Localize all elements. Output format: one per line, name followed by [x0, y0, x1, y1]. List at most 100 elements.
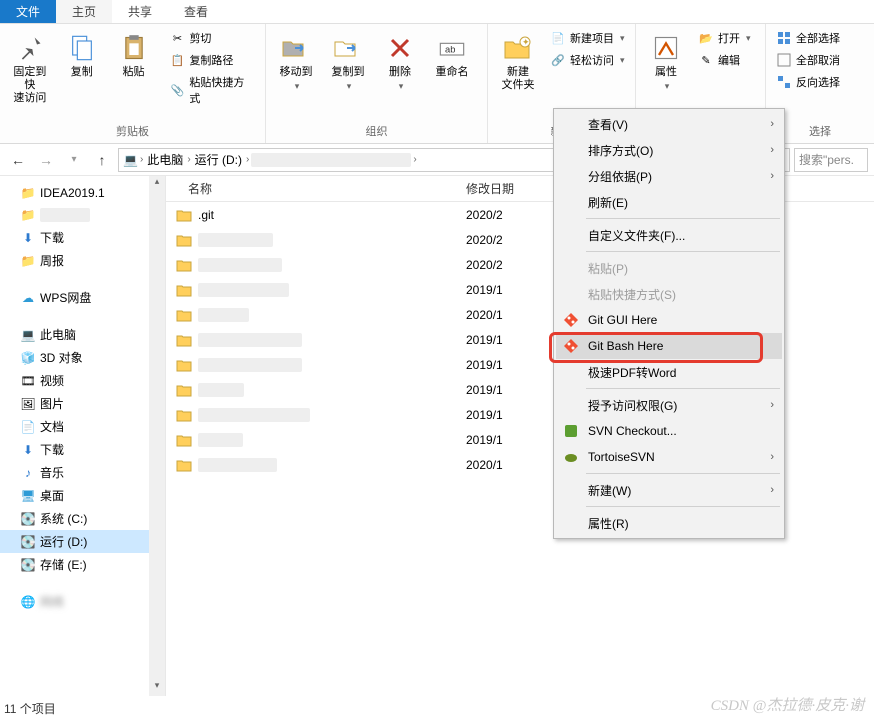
ctx-customize[interactable]: 自定义文件夹(F)...: [556, 222, 782, 248]
new-folder-button[interactable]: ✦ 新建 文件夹: [494, 28, 542, 96]
chevron-down-icon: ▾: [399, 81, 404, 92]
file-date: 2020/1: [466, 308, 540, 322]
rename-button[interactable]: ab 重命名: [428, 28, 476, 83]
new-item-button[interactable]: 📄 新建项目▾: [546, 28, 629, 48]
sidebar-item-desktop[interactable]: 🖥桌面: [0, 484, 165, 507]
copy-to-icon: [332, 32, 364, 64]
ctx-new[interactable]: 新建(W)›: [556, 477, 782, 503]
paste-button[interactable]: 粘贴: [110, 28, 158, 83]
sidebar-item-music[interactable]: ♪音乐: [0, 461, 165, 484]
search-input[interactable]: 搜索"pers.: [794, 148, 868, 172]
sidebar-item-downloads[interactable]: ⬇下载: [0, 226, 165, 249]
sidebar-item-videos[interactable]: 🎞视频: [0, 369, 165, 392]
ctx-separator: [586, 218, 780, 219]
cloud-icon: ☁: [20, 290, 36, 306]
open-button[interactable]: 📂 打开▾: [694, 28, 755, 48]
tab-home[interactable]: 主页: [56, 0, 112, 23]
file-name: [198, 458, 277, 472]
sidebar-item-weekly[interactable]: 📁周报: [0, 249, 165, 272]
file-name: [198, 233, 273, 247]
tab-file[interactable]: 文件: [0, 0, 56, 23]
ctx-separator: [586, 473, 780, 474]
select-all-button[interactable]: 全部选择: [772, 28, 844, 48]
folder-icon: [176, 383, 192, 397]
ctx-group[interactable]: 分组依据(P)›: [556, 163, 782, 189]
tab-view[interactable]: 查看: [168, 0, 224, 23]
ctx-refresh[interactable]: 刷新(E): [556, 189, 782, 215]
ctx-paste: 粘贴(P): [556, 255, 782, 281]
sidebar-item-pictures[interactable]: 🖼图片: [0, 392, 165, 415]
easy-access-icon: 🔗: [550, 52, 566, 68]
copy-path-button[interactable]: 📋 复制路径: [165, 50, 259, 70]
move-to-button[interactable]: 移动到 ▾: [272, 28, 320, 96]
nav-forward-button[interactable]: →: [34, 148, 58, 172]
nav-back-button[interactable]: ←: [6, 148, 30, 172]
pin-label: 固定到快 速访问: [8, 66, 52, 105]
ctx-sort[interactable]: 排序方式(O)›: [556, 137, 782, 163]
chevron-right-icon: ›: [770, 170, 774, 182]
delete-button[interactable]: 删除 ▾: [376, 28, 424, 96]
chevron-right-icon: ›: [770, 451, 774, 463]
sidebar: 📁IDEA2019.1 📁 ⬇下载 📁周报 ☁WPS网盘 💻此电脑 🧊3D 对象…: [0, 176, 166, 696]
ctx-git-gui[interactable]: Git GUI Here: [556, 307, 782, 333]
invert-selection-button[interactable]: 反向选择: [772, 72, 844, 92]
paste-shortcut-button[interactable]: 📎 粘贴快捷方式: [165, 72, 259, 108]
ctx-tortoise-svn[interactable]: TortoiseSVN›: [556, 444, 782, 470]
folder-icon: [176, 458, 192, 472]
tree-label: 文档: [40, 418, 64, 435]
sidebar-item-wps[interactable]: ☁WPS网盘: [0, 286, 165, 309]
sidebar-item-drive-d[interactable]: 💽运行 (D:): [0, 530, 165, 553]
properties-button[interactable]: 属性 ▾: [642, 28, 690, 96]
sidebar-item-drive-e[interactable]: 💽存储 (E:): [0, 553, 165, 576]
select-none-button[interactable]: 全部取消: [772, 50, 844, 70]
sidebar-item-documents[interactable]: 📄文档: [0, 415, 165, 438]
sidebar-item-network[interactable]: 🌐网络: [0, 590, 165, 613]
ctx-view[interactable]: 查看(V)›: [556, 111, 782, 137]
scroll-up-icon[interactable]: ▴: [149, 176, 165, 192]
ctx-svn-checkout[interactable]: SVN Checkout...: [556, 418, 782, 444]
move-to-icon: [280, 32, 312, 64]
tree-label: 系统 (C:): [40, 510, 87, 527]
folder-icon: [176, 333, 192, 347]
pc-icon: 💻: [123, 153, 138, 167]
pin-quick-access-button[interactable]: 固定到快 速访问: [6, 28, 54, 109]
ctx-paste-shortcut: 粘贴快捷方式(S): [556, 281, 782, 307]
copy-to-button[interactable]: 复制到 ▾: [324, 28, 372, 96]
ctx-separator: [586, 506, 780, 507]
ctx-grant-access[interactable]: 授予访问权限(G)›: [556, 392, 782, 418]
easy-access-button[interactable]: 🔗 轻松访问▾: [546, 50, 629, 70]
ctx-git-bash[interactable]: Git Bash Here: [556, 333, 782, 359]
cut-button[interactable]: ✂ 剪切: [165, 28, 259, 48]
sidebar-item-downloads2[interactable]: ⬇下载: [0, 438, 165, 461]
file-date: 2019/1: [466, 408, 540, 422]
crumb-this-pc[interactable]: 此电脑: [145, 151, 185, 168]
watermark: CSDN @杰拉德·皮克·谢: [711, 694, 864, 715]
sidebar-scrollbar[interactable]: ▴ ▾: [149, 176, 165, 696]
sidebar-item-this-pc[interactable]: 💻此电脑: [0, 323, 165, 346]
ctx-label: SVN Checkout...: [588, 424, 677, 438]
nav-up-button[interactable]: ↑: [90, 148, 114, 172]
tree-label: IDEA2019.1: [40, 186, 105, 200]
sidebar-item-redacted[interactable]: 📁: [0, 204, 165, 226]
sidebar-item-idea[interactable]: 📁IDEA2019.1: [0, 182, 165, 204]
file-date: 2019/1: [466, 283, 540, 297]
chevron-right-icon: ›: [770, 144, 774, 156]
git-icon: [562, 311, 580, 329]
ctx-properties[interactable]: 属性(R): [556, 510, 782, 536]
download-icon: ⬇: [20, 230, 36, 246]
sidebar-item-drive-c[interactable]: 💽系统 (C:): [0, 507, 165, 530]
file-name: [198, 283, 289, 297]
edit-button[interactable]: ✎ 编辑: [694, 50, 755, 70]
scroll-down-icon[interactable]: ▾: [149, 680, 165, 696]
sidebar-item-3d-objects[interactable]: 🧊3D 对象: [0, 346, 165, 369]
copy-button[interactable]: 复制: [58, 28, 106, 83]
tree-label: 3D 对象: [40, 349, 83, 366]
cube-icon: 🧊: [20, 350, 36, 366]
nav-recent-button[interactable]: ▾: [62, 148, 86, 172]
tab-share[interactable]: 共享: [112, 0, 168, 23]
col-header-name[interactable]: 名称: [166, 180, 466, 197]
ctx-pdf2word[interactable]: 极速PDF转Word: [556, 359, 782, 385]
crumb-drive[interactable]: 运行 (D:): [193, 151, 244, 168]
file-name: [198, 433, 243, 447]
chevron-down-icon: ▾: [665, 81, 670, 92]
